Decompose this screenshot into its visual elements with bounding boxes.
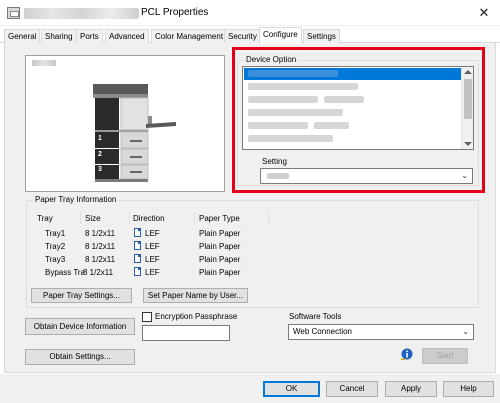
tray-paper-type: Plain Paper bbox=[199, 229, 241, 238]
tab-strip: General Sharing Ports Advanced Color Man… bbox=[0, 27, 500, 44]
tray-name: Bypass Tra bbox=[45, 268, 84, 277]
column-divider bbox=[129, 212, 130, 224]
tab-general[interactable]: General bbox=[4, 29, 41, 43]
tray-direction: LEF bbox=[145, 255, 160, 264]
list-item[interactable] bbox=[244, 68, 462, 80]
column-divider bbox=[80, 212, 81, 224]
paper-direction-icon bbox=[134, 241, 141, 250]
software-tools-label: Software Tools bbox=[289, 312, 342, 321]
paper-direction-icon bbox=[134, 254, 141, 263]
column-header-size[interactable]: Size bbox=[85, 214, 101, 223]
device-option-list[interactable] bbox=[242, 66, 474, 150]
start-button[interactable]: Start bbox=[422, 348, 468, 364]
tray-direction: LEF bbox=[145, 229, 160, 238]
tab-ports[interactable]: Ports bbox=[76, 29, 103, 43]
list-scrollbar[interactable] bbox=[461, 67, 473, 149]
window-title: PCL Properties bbox=[141, 7, 209, 18]
tray-size: 8 1/2x11 bbox=[83, 268, 114, 277]
list-item[interactable] bbox=[244, 81, 462, 93]
tray-number-1: 1 bbox=[98, 135, 102, 142]
close-button[interactable]: ✕ bbox=[474, 4, 494, 22]
tray-number-2: 2 bbox=[98, 151, 102, 158]
tab-security[interactable]: Security bbox=[224, 29, 261, 43]
ok-button[interactable]: OK bbox=[263, 381, 320, 397]
software-tools-value: Web Connection bbox=[293, 327, 352, 336]
tray-size: 8 1/2x11 bbox=[85, 242, 116, 251]
tray-size: 8 1/2x11 bbox=[85, 229, 116, 238]
setting-value-redacted bbox=[267, 173, 289, 179]
tray-paper-type: Plain Paper bbox=[199, 268, 241, 277]
obtain-settings-button[interactable]: Obtain Settings... bbox=[25, 349, 135, 365]
printer-illustration bbox=[93, 84, 176, 182]
tray-direction: LEF bbox=[145, 242, 160, 251]
printer-name-redacted bbox=[24, 8, 139, 19]
list-item[interactable] bbox=[244, 120, 462, 132]
info-icon bbox=[401, 348, 413, 360]
apply-button[interactable]: Apply bbox=[385, 381, 437, 397]
tray-size: 8 1/2x11 bbox=[85, 255, 116, 264]
device-preview: 1 2 3 bbox=[25, 55, 225, 192]
paper-direction-icon bbox=[134, 267, 141, 276]
encryption-passphrase-input[interactable] bbox=[142, 325, 230, 341]
tab-advanced[interactable]: Advanced bbox=[105, 29, 149, 43]
cancel-button[interactable]: Cancel bbox=[326, 381, 378, 397]
dialog-footer: OK Cancel Apply Help bbox=[0, 374, 500, 403]
scroll-down-icon[interactable] bbox=[464, 142, 472, 146]
help-button[interactable]: Help bbox=[443, 381, 494, 397]
software-tools-dropdown[interactable]: Web Connection ⌄ bbox=[288, 324, 474, 340]
list-item[interactable] bbox=[244, 133, 462, 145]
chevron-down-icon: ⌄ bbox=[461, 171, 468, 180]
tray-name: Tray2 bbox=[45, 242, 66, 251]
tray-name: Tray1 bbox=[45, 229, 66, 238]
tab-configure[interactable]: Configure bbox=[259, 27, 302, 44]
chevron-down-icon: ⌄ bbox=[462, 327, 469, 336]
paper-tray-group-label: Paper Tray Information bbox=[33, 195, 119, 204]
column-header-tray[interactable]: Tray bbox=[37, 214, 53, 223]
tray-paper-type: Plain Paper bbox=[199, 255, 241, 264]
tab-settings[interactable]: Settings bbox=[303, 29, 340, 43]
printer-icon bbox=[7, 7, 20, 19]
encryption-passphrase-checkbox[interactable] bbox=[142, 312, 152, 322]
set-paper-name-button[interactable]: Set Paper Name by User... bbox=[143, 288, 248, 303]
tray-name: Tray3 bbox=[45, 255, 66, 264]
scroll-thumb[interactable] bbox=[464, 79, 472, 119]
device-option-label: Device Option bbox=[244, 55, 299, 64]
tab-color-management[interactable]: Color Management bbox=[151, 29, 228, 43]
setting-label: Setting bbox=[262, 157, 287, 166]
tray-paper-type: Plain Paper bbox=[199, 242, 241, 251]
tab-sharing[interactable]: Sharing bbox=[41, 29, 77, 43]
setting-dropdown[interactable]: ⌄ bbox=[260, 168, 473, 184]
paper-direction-icon bbox=[134, 228, 141, 237]
scroll-up-icon[interactable] bbox=[464, 70, 472, 74]
title-bar: PCL Properties ✕ bbox=[0, 0, 500, 26]
list-item[interactable] bbox=[244, 107, 462, 119]
tray-direction: LEF bbox=[145, 268, 160, 277]
column-divider bbox=[268, 212, 269, 224]
column-header-paper-type[interactable]: Paper Type bbox=[199, 214, 240, 223]
tray-number-3: 3 bbox=[98, 166, 102, 173]
column-divider bbox=[194, 212, 195, 224]
column-header-direction[interactable]: Direction bbox=[133, 214, 165, 223]
paper-tray-settings-button[interactable]: Paper Tray Settings... bbox=[31, 288, 132, 303]
list-item[interactable] bbox=[244, 94, 462, 106]
obtain-device-information-button[interactable]: Obtain Device Information bbox=[25, 318, 135, 335]
encryption-passphrase-label: Encryption Passphrase bbox=[155, 312, 238, 321]
